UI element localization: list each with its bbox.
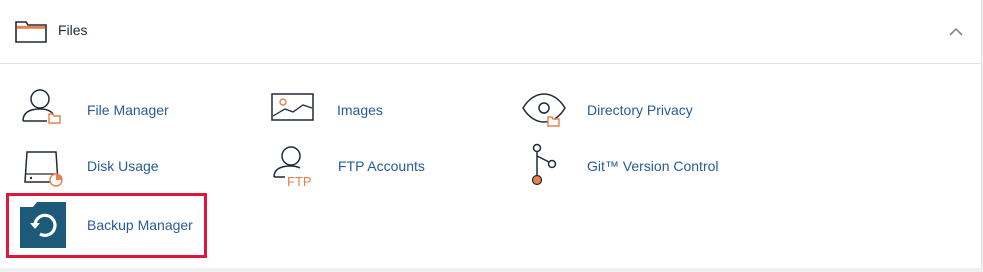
folder-icon [15, 21, 47, 43]
images-icon [271, 93, 314, 121]
files-section-header[interactable]: Files [0, 0, 981, 64]
ftp-accounts-label: FTP Accounts [338, 158, 425, 174]
file-manager-icon [22, 89, 61, 124]
files-panel: Files File Manager Images Directory Priv… [0, 0, 982, 268]
backup-manager-link[interactable]: Backup Manager [19, 201, 199, 251]
images-label: Images [337, 102, 383, 118]
file-manager-label: File Manager [87, 102, 169, 118]
directory-privacy-link[interactable]: Directory Privacy [521, 88, 751, 138]
git-version-control-link[interactable]: Git™ Version Control [523, 142, 753, 192]
chevron-up-icon[interactable] [948, 26, 964, 38]
disk-usage-link[interactable]: Disk Usage [22, 144, 252, 194]
ftp-icon-text: FTP [287, 174, 312, 189]
disk-usage-label: Disk Usage [87, 158, 159, 174]
directory-privacy-icon [522, 93, 566, 127]
ftp-accounts-link[interactable]: FTP FTP Accounts [271, 144, 471, 194]
directory-privacy-label: Directory Privacy [587, 102, 693, 118]
ftp-accounts-icon: FTP [273, 146, 312, 189]
file-manager-link[interactable]: File Manager [20, 86, 250, 136]
images-link[interactable]: Images [271, 90, 471, 140]
git-version-control-icon [531, 143, 557, 186]
disk-usage-icon [24, 151, 63, 187]
git-version-control-label: Git™ Version Control [587, 158, 719, 174]
backup-manager-label: Backup Manager [87, 217, 193, 233]
section-title: Files [58, 22, 88, 38]
backup-manager-icon [20, 202, 66, 248]
